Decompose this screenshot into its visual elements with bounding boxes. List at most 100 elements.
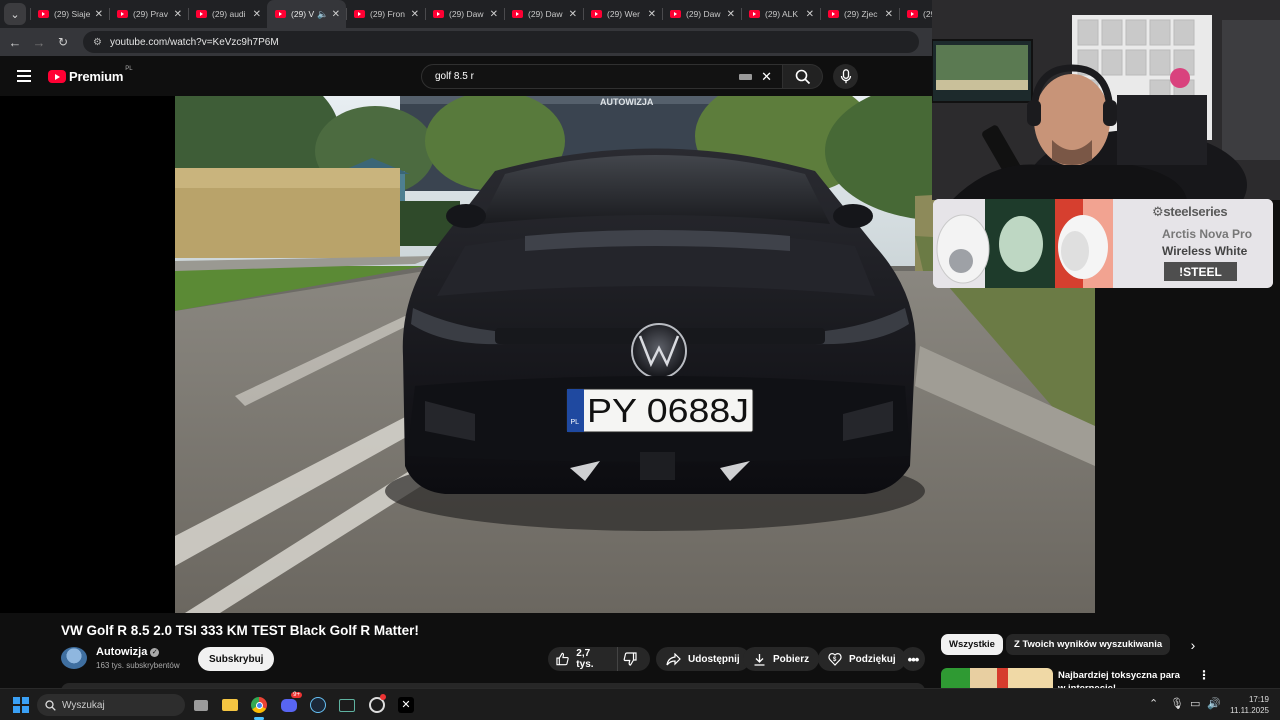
close-tab-icon[interactable]: ✕	[174, 9, 182, 20]
share-button[interactable]: Udostępnij	[656, 647, 750, 671]
close-tab-icon[interactable]: ✕	[490, 9, 498, 20]
youtube-favicon-icon	[38, 10, 49, 18]
taskbar-search[interactable]: Wyszukaj	[37, 694, 185, 716]
chevron-right-icon[interactable]: ›	[1184, 635, 1202, 655]
browser-tab[interactable]: (29) Daw ✕	[662, 0, 741, 28]
tab-title: (29) ALK	[765, 9, 799, 19]
youtube-favicon-icon	[275, 10, 286, 18]
share-icon	[666, 652, 681, 665]
like-button[interactable]: 2,7 tys.	[548, 647, 618, 671]
tab-title: (29) Daw	[528, 9, 563, 19]
browser-tab[interactable]: (29) Prav ✕	[109, 0, 188, 28]
thumbs-up-icon	[556, 652, 569, 666]
close-tab-icon[interactable]: ✕	[885, 9, 893, 20]
browser-tab[interactable]: (29) Wer ✕	[583, 0, 662, 28]
close-tab-icon[interactable]: ✕	[332, 9, 340, 20]
subscribe-button[interactable]: Subskrybuj	[198, 647, 275, 671]
microphone-tray-icon[interactable]: 🎙	[1170, 697, 1184, 710]
browser-tab[interactable]: (29) V 🔈 ✕	[267, 0, 346, 28]
recommended-video-title[interactable]: Najbardziej toksyczna para w internecie!	[1058, 669, 1186, 688]
verified-icon: ✓	[150, 648, 160, 657]
more-actions-button[interactable]: •••	[901, 647, 925, 671]
system-clock[interactable]: 17:19 11.11.2025	[1229, 694, 1269, 716]
tab-title: (29) Prav	[133, 9, 168, 19]
close-tab-icon[interactable]: ✕	[727, 9, 735, 20]
search-box[interactable]: golf 8.5 r ✕	[421, 64, 783, 89]
close-tab-icon[interactable]: ✕	[411, 9, 419, 20]
search-button[interactable]	[783, 64, 823, 89]
browser-tab[interactable]: (29) Zjec ✕	[820, 0, 899, 28]
thanks-button[interactable]: $ Podziękuj	[818, 647, 906, 671]
browser-tab[interactable]: (29) Daw ✕	[425, 0, 504, 28]
youtube-logo[interactable]: Premium PL	[48, 66, 133, 84]
obs-icon[interactable]	[367, 694, 387, 715]
reload-button[interactable]: ↻	[51, 35, 75, 49]
network-icon[interactable]: ▭	[1190, 697, 1200, 710]
channel-avatar[interactable]	[61, 647, 87, 669]
chrome-icon[interactable]	[249, 695, 269, 720]
close-tab-icon[interactable]: ✕	[806, 9, 814, 20]
like-count: 2,7 tys.	[576, 648, 594, 670]
tab-search-button[interactable]: ⌄	[4, 3, 26, 25]
download-button[interactable]: Pobierz	[743, 647, 820, 671]
download-label: Pobierz	[773, 653, 810, 665]
channel-name-row[interactable]: Autowizja ✓	[96, 646, 160, 658]
tray-chevron-up-icon[interactable]: ⌃	[1149, 697, 1158, 710]
video-player[interactable]: AUTOWIZJA PL PY 0688J	[0, 96, 1095, 613]
volume-icon[interactable]: 🔊	[1207, 697, 1221, 710]
steam-icon[interactable]	[308, 695, 328, 715]
close-tab-icon[interactable]: ✕	[95, 9, 103, 20]
tab-title: (29) Fron	[370, 9, 405, 19]
voice-search-button[interactable]	[833, 64, 858, 89]
steelseries-logo-icon: ⚙	[1152, 204, 1164, 219]
dislike-button[interactable]	[618, 652, 651, 666]
recommended-more-icon[interactable]: ⋮	[1198, 668, 1210, 682]
filter-chip[interactable]: Wszystkie	[941, 634, 1003, 655]
tab-list: (29) Siaje ✕ (29) Prav ✕ (29) audi ✕ (29) V 🔈 ✕(…	[30, 0, 932, 28]
keyboard-icon[interactable]	[739, 73, 753, 80]
forward-button[interactable]: →	[27, 35, 51, 50]
close-tab-icon[interactable]: ✕	[569, 9, 577, 20]
back-button[interactable]: ←	[3, 35, 27, 50]
browser-tab[interactable]: (29) Siaje ✕	[30, 0, 109, 28]
youtube-favicon-icon	[591, 10, 602, 18]
terminal-app-icon[interactable]	[337, 695, 357, 715]
file-explorer-icon[interactable]	[220, 695, 240, 715]
browser-tab[interactable]: (29) audi ✕	[188, 0, 267, 28]
tab-title: (29	[923, 9, 932, 19]
capcut-icon[interactable]: ✕	[396, 695, 416, 715]
audio-playing-icon[interactable]: 🔈	[317, 9, 328, 20]
tab-title: (29) Daw	[449, 9, 484, 19]
browser-tab[interactable]: (29) Fron ✕	[346, 0, 425, 28]
thanks-label: Podziękuj	[849, 653, 896, 665]
thumbs-down-icon	[623, 652, 637, 666]
task-view-icon[interactable]	[191, 695, 211, 715]
browser-toolbar: ← → ↻ ⚙ youtube.com/watch?v=KeVzc9h7P6M	[0, 28, 932, 56]
site-info-icon[interactable]: ⚙	[93, 37, 102, 48]
address-bar[interactable]: ⚙ youtube.com/watch?v=KeVzc9h7P6M	[83, 31, 919, 53]
close-tab-icon[interactable]: ✕	[253, 9, 261, 20]
close-tab-icon[interactable]: ✕	[648, 9, 656, 20]
recommended-video-thumbnail[interactable]	[941, 668, 1053, 688]
youtube-play-icon	[48, 70, 66, 83]
search-input[interactable]: golf 8.5 r	[435, 71, 739, 82]
browser-tab[interactable]: (29) ALK ✕	[741, 0, 820, 28]
channel-name[interactable]: Autowizja	[96, 646, 147, 658]
clock-date: 11.11.2025	[1230, 706, 1269, 715]
menu-icon[interactable]	[17, 70, 31, 82]
browser-tab[interactable]: (29✕	[899, 0, 932, 28]
ad-product-line1: Arctis Nova Pro	[1162, 227, 1253, 241]
youtube-favicon-icon	[433, 10, 444, 18]
browser-tab-strip: ⌄ (29) Siaje ✕ (29) Prav ✕ (29) audi ✕ (29) V 🔈…	[0, 0, 932, 28]
clear-search-icon[interactable]: ✕	[761, 69, 772, 85]
download-icon	[754, 653, 765, 666]
windows-start-icon[interactable]	[13, 697, 29, 713]
filter-chip[interactable]: Z Twoich wyników wyszukiwania	[1006, 634, 1171, 655]
ad-brand-text: steelseries	[1163, 204, 1228, 219]
discord-icon[interactable]: 9+	[279, 692, 302, 715]
browser-tab[interactable]: (29) Daw ✕	[504, 0, 583, 28]
tab-title: (29) audi	[212, 9, 246, 19]
logo-text: Premium	[69, 69, 124, 84]
plate-number: PY 0688J	[587, 392, 749, 429]
subscriber-count: 163 tys. subskrybentów	[96, 661, 180, 670]
